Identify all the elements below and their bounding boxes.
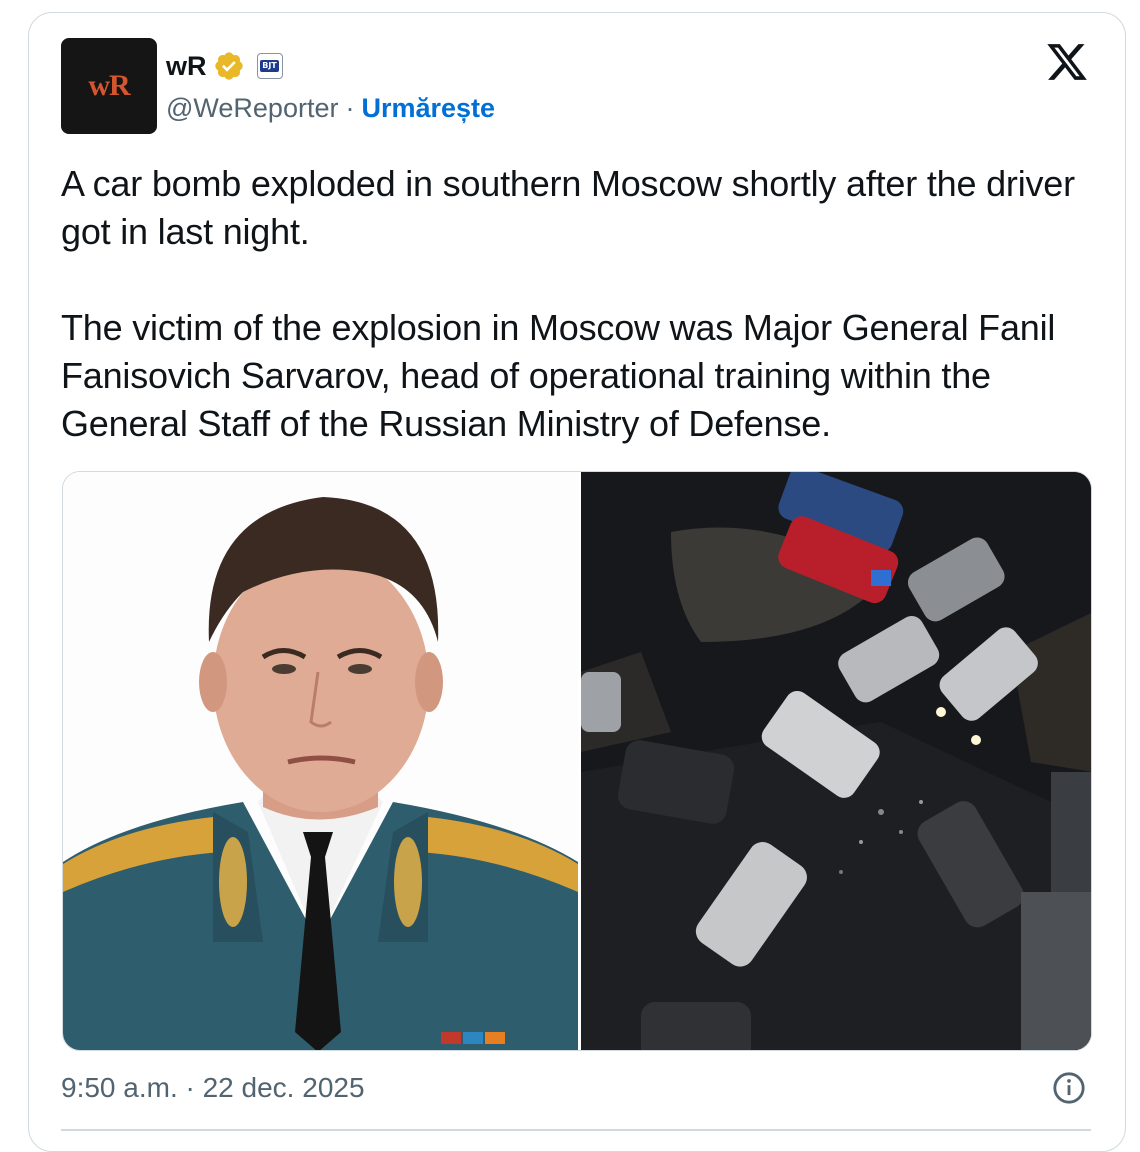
avatar-text: wR	[88, 69, 130, 102]
avatar[interactable]: wR	[61, 38, 157, 134]
author-handle-row: @WeReporter · Urmărește	[166, 90, 495, 126]
portrait-photo[interactable]	[63, 472, 578, 1050]
x-logo-icon[interactable]	[1044, 40, 1090, 84]
divider	[61, 1129, 1091, 1131]
media-grid	[62, 471, 1092, 1051]
explosion-scene-photo[interactable]	[581, 472, 1091, 1050]
author-name[interactable]: wR	[166, 51, 207, 82]
author-name-row: wR BJT	[166, 46, 283, 86]
affiliate-badge-icon[interactable]: BJT	[256, 53, 283, 79]
author-handle[interactable]: @WeReporter	[166, 93, 338, 124]
affiliate-badge-text: BJT	[260, 60, 279, 72]
follow-button[interactable]: Urmărește	[361, 93, 495, 124]
info-icon[interactable]	[1052, 1071, 1086, 1105]
tweet-text: A car bomb exploded in southern Moscow s…	[61, 163, 1075, 444]
tweet-timestamp[interactable]: 9:50 a.m. · 22 dec. 2025	[61, 1070, 365, 1106]
separator-dot: ·	[345, 92, 355, 123]
verified-badge-icon	[214, 52, 243, 80]
